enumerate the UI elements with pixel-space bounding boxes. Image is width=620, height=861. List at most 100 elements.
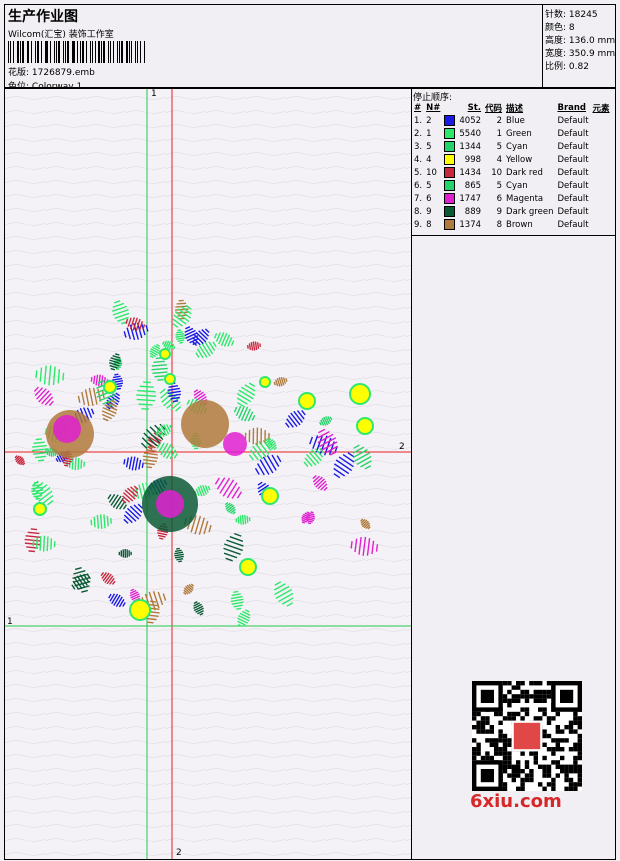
row-stitches: 4052 bbox=[459, 115, 482, 126]
barcode-bar bbox=[22, 41, 24, 63]
barcode-bar bbox=[134, 41, 137, 63]
barcode-bar bbox=[143, 41, 145, 63]
stat-scale: 比例: 0.82 bbox=[545, 62, 589, 72]
barcode-bar bbox=[40, 41, 42, 63]
row-element bbox=[591, 127, 612, 140]
barcode-bar bbox=[139, 41, 141, 63]
table-header-row: # N# St. 代码 描述 Brand 元素 bbox=[412, 101, 612, 114]
row-desc: Dark green bbox=[506, 206, 554, 217]
barcode-bar bbox=[103, 41, 106, 63]
barcode-bar bbox=[44, 41, 46, 63]
row-needle: 6 bbox=[426, 193, 432, 204]
row-needle: 4 bbox=[426, 154, 432, 165]
row-index: 5. bbox=[414, 167, 423, 178]
row-needle: 1 bbox=[426, 128, 432, 139]
design-canvas[interactable]: 1 2 1 2 bbox=[4, 88, 412, 860]
table-row: 8. 9 889 9 Dark green Default bbox=[412, 205, 612, 218]
row-index: 3. bbox=[414, 141, 423, 152]
barcode-bar bbox=[92, 41, 93, 63]
barcode-bar bbox=[80, 41, 82, 63]
row-brand: Default bbox=[557, 206, 589, 217]
barcode-bar bbox=[8, 41, 10, 63]
header-panel: 生产作业图 Wilcom(汇宝) 装饰工作室 花版: 1726879.emb 色… bbox=[4, 4, 543, 92]
row-element bbox=[591, 114, 612, 127]
yellow-flower bbox=[239, 558, 257, 576]
barcode-bar bbox=[10, 41, 11, 63]
row-stitches: 5540 bbox=[459, 128, 482, 139]
yellow-flower bbox=[129, 599, 151, 621]
barcode-bar bbox=[76, 41, 78, 63]
watermark-logo: 6xiu.com bbox=[470, 791, 562, 812]
barcode-bar bbox=[108, 41, 109, 63]
col-brand: Brand bbox=[557, 102, 587, 113]
row-element bbox=[591, 153, 612, 166]
row-brand: Default bbox=[557, 154, 589, 165]
row-desc: Blue bbox=[506, 115, 525, 126]
row-swatch bbox=[442, 179, 457, 192]
barcode-bar bbox=[55, 41, 57, 63]
table-row: 7. 6 1747 6 Magenta Default bbox=[412, 192, 612, 205]
row-desc: Dark red bbox=[506, 167, 543, 178]
barcode-bar bbox=[100, 41, 102, 63]
barcode-bar bbox=[131, 41, 132, 63]
row-stitches: 998 bbox=[464, 154, 482, 165]
barcode-bar bbox=[118, 41, 120, 63]
barcode-bar bbox=[116, 41, 118, 63]
sequence-table: # N# St. 代码 描述 Brand 元素 1. 2 4052 2 Blue Defa… bbox=[412, 101, 612, 231]
row-stitches: 1747 bbox=[459, 193, 482, 204]
barcode-bar bbox=[36, 41, 39, 63]
yellow-flower bbox=[103, 380, 117, 394]
row-needle: 5 bbox=[426, 180, 432, 191]
yellow-flower bbox=[298, 392, 316, 410]
row-brand: Default bbox=[557, 167, 589, 178]
color-swatch bbox=[444, 180, 456, 191]
row-index: 8. bbox=[414, 206, 423, 217]
design-file-value: 1726879.emb bbox=[31, 68, 95, 78]
color-swatch bbox=[444, 141, 456, 152]
barcode-bar bbox=[58, 41, 61, 63]
design-file: 花版: 1726879.emb bbox=[8, 68, 95, 78]
barcode-bar bbox=[28, 41, 29, 63]
barcode-bar bbox=[110, 41, 111, 63]
barcode-bar bbox=[121, 41, 123, 63]
color-swatch bbox=[444, 128, 456, 139]
stat-height: 高度: 136.0 mm bbox=[545, 36, 616, 46]
barcode-bar bbox=[98, 41, 100, 63]
row-code: 6 bbox=[496, 193, 503, 204]
row-swatch bbox=[442, 153, 457, 166]
row-code: 9 bbox=[496, 206, 503, 217]
barcode-bar bbox=[63, 41, 64, 63]
barcode-bar bbox=[94, 41, 96, 63]
col-st: St. bbox=[467, 102, 482, 113]
barcode bbox=[8, 41, 146, 63]
barcode-bar bbox=[49, 41, 51, 63]
col-desc: 描述 bbox=[506, 103, 524, 114]
row-code: 1 bbox=[496, 128, 503, 139]
row-brand: Default bbox=[557, 141, 589, 152]
side-panel: 停止顺序: # N# St. 代码 描述 Brand 元素 1. 2 4052 2 Bl… bbox=[411, 88, 616, 860]
row-element bbox=[591, 166, 612, 179]
row-brand: Default bbox=[557, 193, 589, 204]
col-idx: # bbox=[414, 102, 422, 113]
color-swatch bbox=[444, 193, 456, 204]
row-code: 4 bbox=[496, 154, 503, 165]
barcode-bar bbox=[128, 41, 130, 63]
col-n: N# bbox=[426, 102, 441, 113]
barcode-bar bbox=[64, 41, 66, 63]
row-stitches: 889 bbox=[464, 206, 482, 217]
row-needle: 8 bbox=[426, 219, 432, 230]
barcode-bar bbox=[12, 41, 14, 63]
flower-center bbox=[53, 415, 81, 443]
studio-name: Wilcom(汇宝) 装饰工作室 bbox=[8, 30, 114, 40]
row-swatch bbox=[442, 205, 457, 218]
row-element bbox=[591, 179, 612, 192]
yellow-flower bbox=[159, 348, 171, 360]
row-swatch bbox=[442, 166, 457, 179]
barcode-bar bbox=[112, 41, 114, 63]
row-swatch bbox=[442, 192, 457, 205]
row-desc: Cyan bbox=[506, 141, 528, 152]
row-brand: Default bbox=[557, 180, 589, 191]
table-row: 4. 4 998 4 Yellow Default bbox=[412, 153, 612, 166]
barcode-bar bbox=[82, 41, 85, 63]
row-desc: Green bbox=[506, 128, 532, 139]
